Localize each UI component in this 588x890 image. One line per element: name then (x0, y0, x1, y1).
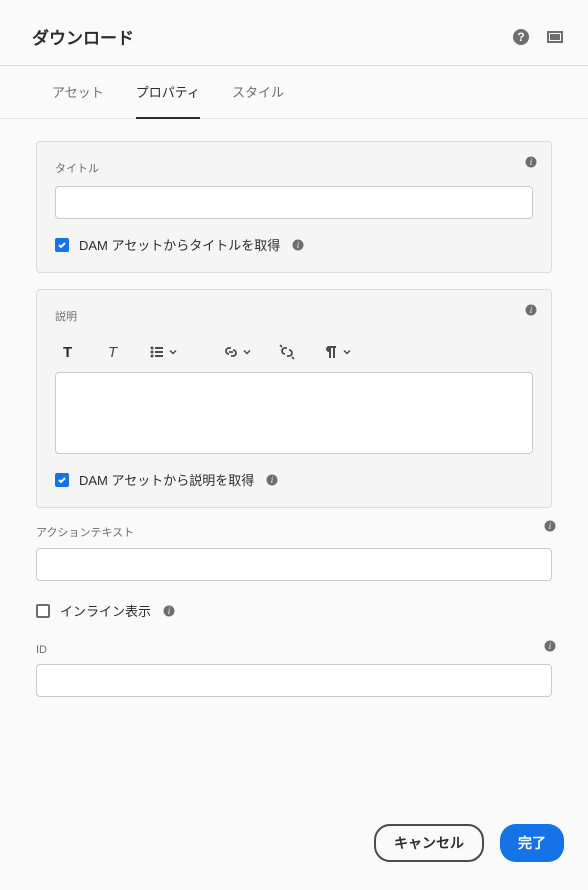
paragraph-icon (323, 344, 339, 360)
header-icon-group: ? (512, 28, 564, 46)
help-icon: ? (512, 28, 530, 46)
description-input[interactable] (55, 372, 533, 454)
action-text-label: アクションテキスト (36, 524, 552, 540)
svg-text:T: T (63, 344, 72, 360)
list-icon (149, 344, 165, 360)
italic-icon: T (105, 344, 121, 360)
dialog-footer: キャンセル 完了 (0, 808, 588, 890)
dialog-title: ダウンロード (32, 24, 134, 49)
download-dialog: ダウンロード ? アセット プロパティ スタイル i タイトル DA (0, 0, 588, 890)
unlink-icon (279, 344, 295, 360)
title-from-dam-row: DAM アセットからタイトルを取得 i (55, 235, 533, 254)
link-icon (223, 344, 239, 360)
rte-italic-button[interactable]: T (105, 344, 121, 360)
info-icon[interactable]: i (525, 156, 537, 168)
rte-link-button[interactable] (223, 344, 251, 360)
info-icon[interactable]: i (544, 520, 556, 532)
check-icon (57, 475, 67, 485)
chevron-down-icon (243, 348, 251, 356)
chevron-down-icon (169, 348, 177, 356)
fullscreen-button[interactable] (546, 28, 564, 46)
inline-display-checkbox[interactable] (36, 604, 50, 618)
title-from-dam-checkbox[interactable] (55, 238, 69, 252)
desc-from-dam-label: DAM アセットから説明を取得 (79, 470, 254, 489)
info-icon[interactable]: i (266, 474, 278, 486)
chevron-down-icon (343, 348, 351, 356)
bold-icon: T (61, 344, 77, 360)
fullscreen-icon (546, 28, 564, 46)
info-icon[interactable]: i (544, 640, 556, 652)
done-button[interactable]: 完了 (500, 824, 564, 862)
tab-styles[interactable]: スタイル (232, 66, 284, 119)
rte-unlink-button[interactable] (279, 344, 295, 360)
rte-list-button[interactable] (149, 344, 177, 360)
check-icon (57, 240, 67, 250)
info-icon[interactable]: i (525, 304, 537, 316)
dialog-header: ダウンロード ? (0, 0, 588, 66)
info-icon[interactable]: i (292, 239, 304, 251)
id-field: i ID (36, 644, 552, 697)
rte-toolbar: T T (55, 334, 533, 372)
inline-display-row: インライン表示 i (36, 601, 552, 620)
tab-asset[interactable]: アセット (52, 66, 104, 119)
inline-display-label: インライン表示 (60, 601, 151, 620)
title-from-dam-label: DAM アセットからタイトルを取得 (79, 235, 280, 254)
cancel-button[interactable]: キャンセル (374, 824, 484, 862)
title-panel: i タイトル DAM アセットからタイトルを取得 i (36, 141, 552, 273)
title-label: タイトル (55, 160, 533, 176)
rte-paragraph-button[interactable] (323, 344, 351, 360)
action-text-input[interactable] (36, 548, 552, 581)
desc-from-dam-row: DAM アセットから説明を取得 i (55, 470, 533, 489)
rte-bold-button[interactable]: T (61, 344, 77, 360)
tab-bar: アセット プロパティ スタイル (0, 66, 588, 119)
description-label: 説明 (55, 308, 533, 324)
help-button[interactable]: ? (512, 28, 530, 46)
info-icon[interactable]: i (163, 605, 175, 617)
id-input[interactable] (36, 664, 552, 697)
svg-text:?: ? (517, 30, 524, 44)
title-input[interactable] (55, 186, 533, 219)
description-panel: i 説明 T T (36, 289, 552, 508)
tab-properties[interactable]: プロパティ (136, 66, 200, 119)
id-label: ID (36, 644, 552, 656)
action-text-field: i アクションテキスト (36, 524, 552, 581)
desc-from-dam-checkbox[interactable] (55, 473, 69, 487)
dialog-content: i タイトル DAM アセットからタイトルを取得 i i 説明 T (0, 119, 588, 808)
svg-text:T: T (108, 344, 119, 360)
